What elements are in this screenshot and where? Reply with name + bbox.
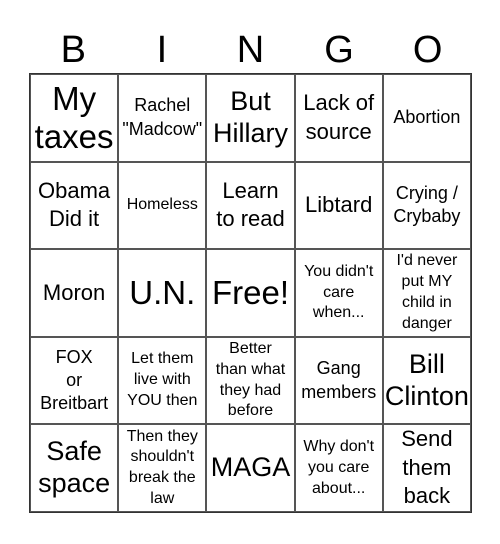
bingo-cell[interactable]: Safe space: [30, 424, 119, 512]
bingo-cell[interactable]: Send them back: [382, 424, 471, 512]
bingo-cell[interactable]: But Hillary: [206, 74, 295, 162]
bingo-cell[interactable]: Free!: [206, 249, 295, 337]
bingo-cell[interactable]: My taxes: [30, 74, 119, 162]
bingo-grid: My taxes Rachel "Madcow" But Hillary Lack o…: [29, 73, 472, 513]
bingo-cell[interactable]: Let them live with YOU then: [118, 336, 207, 425]
bingo-cell[interactable]: Moron: [30, 249, 119, 337]
bingo-cell[interactable]: FOX or Breitbart: [30, 336, 119, 425]
bingo-cell[interactable]: Better than what they had before: [206, 336, 295, 425]
bingo-cell[interactable]: Lack of source: [294, 74, 383, 162]
bingo-cell[interactable]: Why don't you care about...: [294, 424, 383, 512]
bingo-header: B I N G O: [29, 28, 472, 72]
bingo-cell[interactable]: Bill Clinton: [382, 336, 471, 425]
header-letter-b: B: [60, 29, 86, 71]
bingo-cell[interactable]: Libtard: [294, 161, 383, 250]
header-letter-o: O: [412, 29, 443, 71]
bingo-cell[interactable]: Learn to read: [206, 161, 295, 250]
bingo-cell[interactable]: U.N.: [118, 249, 207, 337]
bingo-cell[interactable]: You didn't care when...: [294, 249, 383, 337]
header-letter-g: G: [324, 29, 354, 71]
header-letter-n: N: [236, 29, 265, 71]
bingo-cell[interactable]: MAGA: [206, 424, 295, 512]
bingo-cell[interactable]: Homeless: [118, 161, 207, 250]
bingo-cell[interactable]: Rachel "Madcow": [118, 74, 207, 162]
bingo-cell[interactable]: Then they shouldn't break the law: [118, 424, 207, 512]
bingo-cell[interactable]: Crying / Crybaby: [382, 161, 471, 250]
header-letter-i: I: [156, 29, 168, 71]
bingo-cell[interactable]: Obama Did it: [30, 161, 119, 250]
bingo-cell[interactable]: Abortion: [382, 74, 471, 162]
bingo-cell[interactable]: I'd never put MY child in danger: [382, 249, 471, 337]
bingo-cell[interactable]: Gang members: [294, 336, 383, 425]
